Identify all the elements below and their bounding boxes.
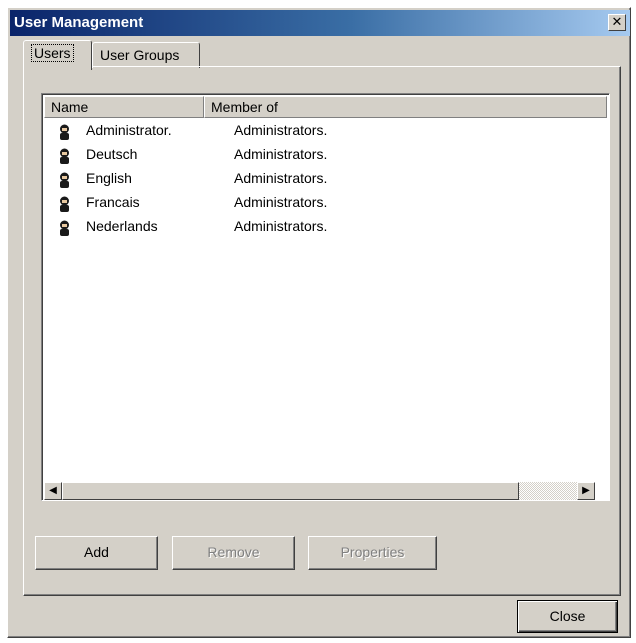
add-button[interactable]: Add	[35, 536, 158, 570]
scroll-left-button[interactable]: ◀	[44, 482, 62, 500]
member-of-cell: Administrators.	[234, 146, 328, 162]
user-icon	[60, 196, 69, 212]
tab-users[interactable]: Users	[23, 40, 92, 70]
window-title: User Management	[14, 14, 144, 31]
title-close-button[interactable]: ✕	[608, 14, 626, 31]
user-icon	[60, 124, 69, 140]
properties-button[interactable]: Properties	[308, 536, 437, 570]
tab-user-groups-label: User Groups	[100, 47, 180, 63]
user-name-cell: English	[86, 170, 132, 186]
scroll-right-button[interactable]: ▶	[577, 482, 595, 500]
column-header-member-of-label: Member of	[211, 99, 278, 115]
list-item[interactable]: Francais Administrators.	[44, 191, 609, 216]
list-item[interactable]: Deutsch Administrators.	[44, 143, 609, 168]
chevron-right-icon: ▶	[582, 485, 590, 496]
column-header-name[interactable]: Name	[44, 96, 204, 118]
remove-button[interactable]: Remove	[172, 536, 295, 570]
column-header-member-of[interactable]: Member of	[204, 96, 607, 118]
close-button[interactable]: Close	[517, 600, 618, 633]
user-icon	[60, 148, 69, 164]
users-list[interactable]: Name Member of Administrator. Administra…	[41, 93, 610, 501]
title-bar[interactable]: User Management ✕	[10, 10, 630, 36]
user-icon	[60, 220, 69, 236]
user-name-cell: Nederlands	[86, 218, 158, 234]
tab-users-label: Users	[31, 44, 74, 62]
chevron-left-icon: ◀	[49, 485, 57, 496]
list-item[interactable]: English Administrators.	[44, 167, 609, 192]
member-of-cell: Administrators.	[234, 170, 328, 186]
user-name-cell: Administrator.	[86, 122, 172, 138]
tab-user-groups[interactable]: User Groups	[92, 42, 200, 68]
user-icon	[60, 172, 69, 188]
member-of-cell: Administrators.	[234, 218, 328, 234]
list-item[interactable]: Nederlands Administrators.	[44, 215, 609, 240]
user-name-cell: Deutsch	[86, 146, 138, 162]
scrollbar-thumb[interactable]	[62, 482, 519, 500]
user-management-dialog: User Management ✕ Users User Groups Name…	[7, 7, 631, 638]
member-of-cell: Administrators.	[234, 122, 328, 138]
horizontal-scrollbar[interactable]: ◀ ▶	[44, 482, 595, 500]
member-of-cell: Administrators.	[234, 194, 328, 210]
column-header-name-label: Name	[51, 99, 89, 115]
list-item[interactable]: Administrator. Administrators.	[44, 119, 609, 144]
user-name-cell: Francais	[86, 194, 140, 210]
scrollbar-track[interactable]	[519, 482, 577, 500]
